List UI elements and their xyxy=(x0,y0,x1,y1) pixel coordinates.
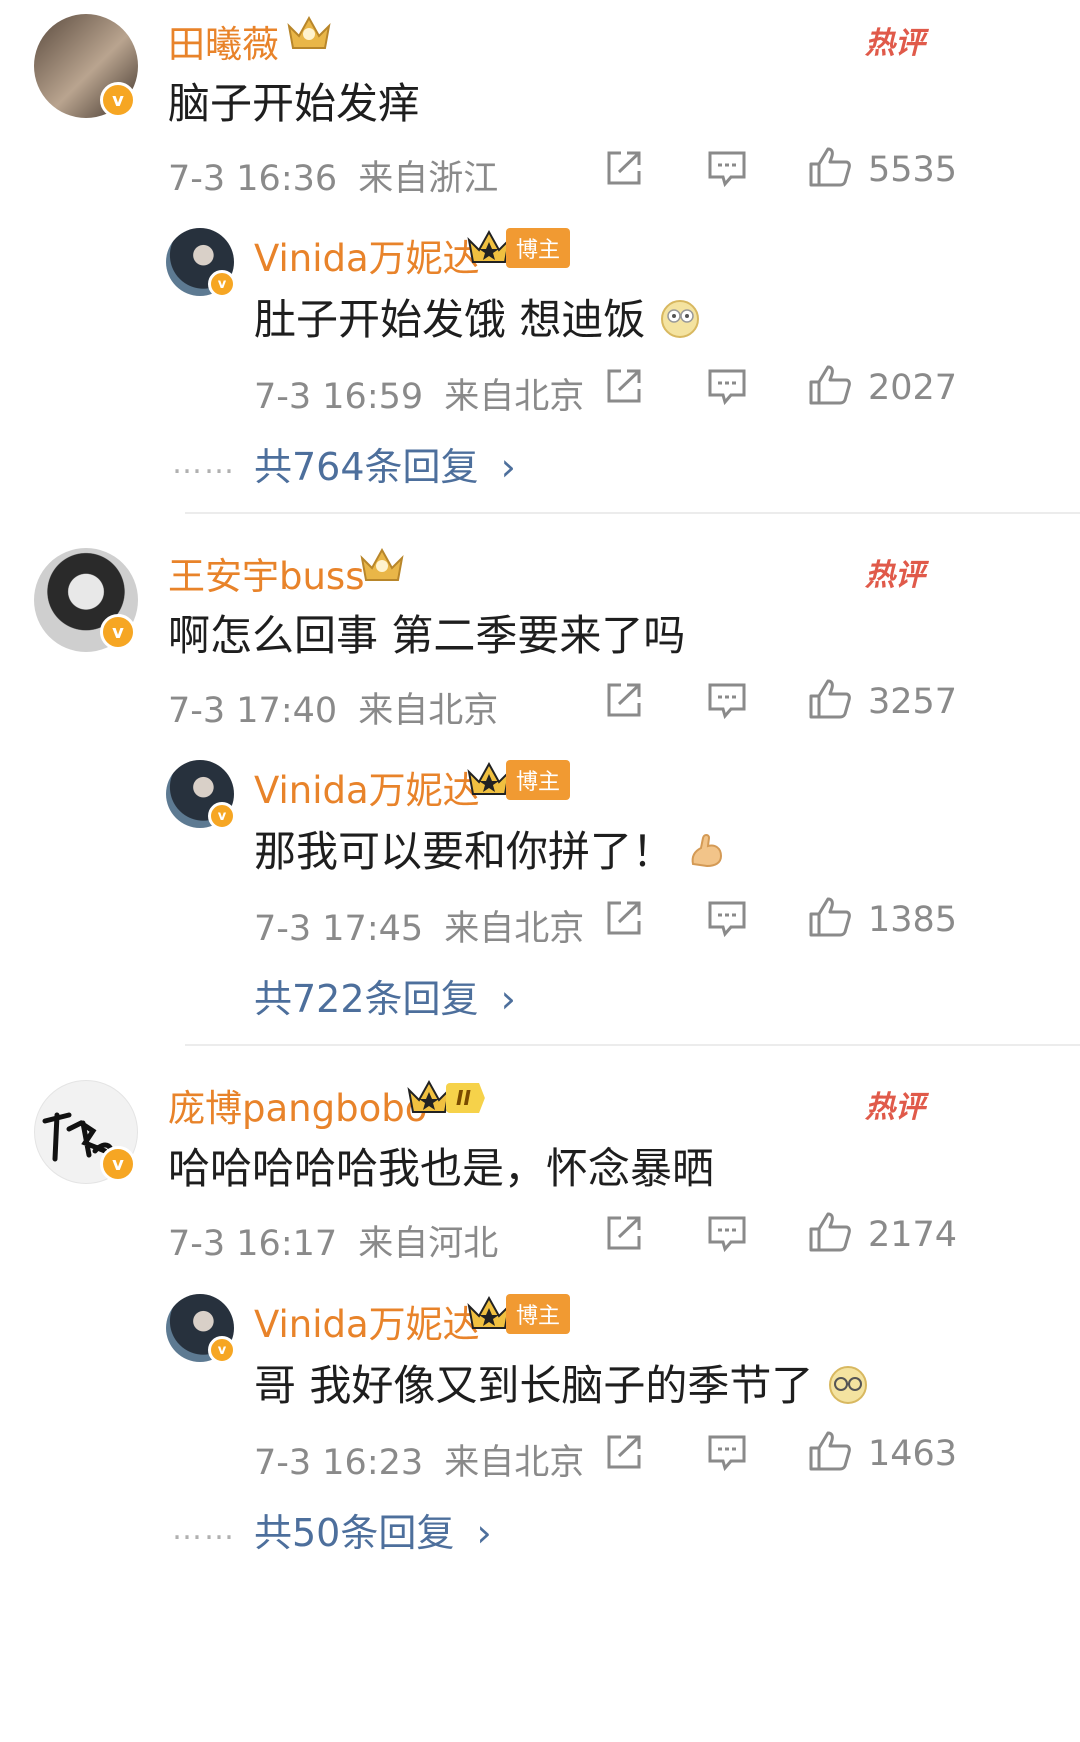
reply-location: 来自北京 xyxy=(444,377,585,417)
like-count: 1463 xyxy=(868,1434,958,1474)
like-icon[interactable] xyxy=(808,1211,852,1253)
comment-icon[interactable] xyxy=(707,1215,747,1253)
divider xyxy=(185,512,1080,514)
comment-icon[interactable] xyxy=(707,900,747,938)
reply-count-label: 共722条回复 xyxy=(254,977,479,1021)
reply-location: 来自北京 xyxy=(444,1443,585,1483)
bozhu-badge-text: 博主 xyxy=(506,1294,571,1334)
comment-text: 脑子开始发痒 xyxy=(168,79,421,128)
like-count: 2027 xyxy=(868,368,958,408)
reply-count-label: 共50条回复 xyxy=(254,1511,455,1555)
reply-meta: 7-3 16:59 来自北京 xyxy=(254,368,584,419)
blogger-badge: 博主 xyxy=(466,1294,571,1334)
comment-time: 7-3 16:17 xyxy=(168,1224,338,1264)
share-icon[interactable] xyxy=(605,368,643,404)
reply-meta: 7-3 16:23 来自北京 xyxy=(254,1434,584,1485)
emoji-icon xyxy=(691,834,723,868)
reply-location: 来自北京 xyxy=(444,909,585,949)
username[interactable]: 田曦薇 xyxy=(168,14,279,68)
username[interactable]: 庞博pangbobo xyxy=(168,1078,427,1132)
dots-separator: …… xyxy=(172,446,236,481)
like-count: 3257 xyxy=(868,682,958,722)
reply-username[interactable]: Vinida万妮达 xyxy=(254,760,480,814)
like-icon[interactable] xyxy=(808,1430,852,1472)
view-replies-link[interactable]: 共722条回复 › xyxy=(254,968,516,1023)
comment-icon[interactable] xyxy=(707,682,747,720)
divider xyxy=(185,1044,1080,1046)
hot-label: 热评 xyxy=(865,558,925,593)
like-icon[interactable] xyxy=(808,678,852,720)
comment-location: 来自河北 xyxy=(358,1224,499,1264)
chevron-right-icon: › xyxy=(476,1511,492,1555)
comment-time: 7-3 16:36 xyxy=(168,159,338,199)
hot-label: 热评 xyxy=(865,26,925,61)
like-count: 1385 xyxy=(868,900,958,940)
comment-text: 啊怎么回事 第二季要来了吗 xyxy=(168,611,686,660)
verified-badge-icon: v xyxy=(208,802,236,830)
level-badge: II xyxy=(406,1078,485,1118)
username[interactable]: 王安宇buss xyxy=(168,546,365,600)
chevron-right-icon: › xyxy=(500,977,516,1021)
blogger-badge: 博主 xyxy=(466,760,571,800)
reply-username[interactable]: Vinida万妮达 xyxy=(254,1294,480,1348)
view-replies-link[interactable]: 共50条回复 › xyxy=(254,1502,492,1557)
reply-text: 那我可以要和你拼了！ xyxy=(254,818,727,879)
comment-meta: 7-3 17:40 来自北京 xyxy=(168,682,498,733)
reply-text: 肚子开始发饿 想迪饭 xyxy=(254,286,701,347)
verified-badge-icon: v xyxy=(100,82,136,118)
reply-count-label: 共764条回复 xyxy=(254,445,479,489)
reply-time: 7-3 16:59 xyxy=(254,377,424,417)
share-icon[interactable] xyxy=(605,1215,643,1251)
comment-location: 来自浙江 xyxy=(358,159,499,199)
like-icon[interactable] xyxy=(808,364,852,406)
comment-text: 哈哈哈哈哈我也是，怀念暴晒 xyxy=(168,1144,715,1193)
share-icon[interactable] xyxy=(605,1434,643,1470)
crown-icon xyxy=(358,544,406,586)
comment-meta: 7-3 16:17 来自河北 xyxy=(168,1215,498,1266)
blogger-badge: 博主 xyxy=(466,228,571,268)
hot-label: 热评 xyxy=(865,1090,925,1125)
chevron-right-icon: › xyxy=(500,445,516,489)
like-count: 5535 xyxy=(868,150,958,190)
comment-time: 7-3 17:40 xyxy=(168,691,338,731)
emoji-icon xyxy=(660,300,699,338)
reply-text-content: 哥 我好像又到长脑子的季节了 xyxy=(254,1361,814,1410)
reply-meta: 7-3 17:45 来自北京 xyxy=(254,900,584,951)
verified-badge-icon: v xyxy=(100,1146,136,1182)
view-replies-link[interactable]: 共764条回复 › xyxy=(254,436,516,491)
like-icon[interactable] xyxy=(808,146,852,188)
crown-icon xyxy=(285,12,333,54)
reply-text-content: 肚子开始发饿 想迪饭 xyxy=(254,295,646,344)
verified-badge-icon: v xyxy=(100,614,136,650)
reply-text-content: 那我可以要和你拼了！ xyxy=(254,827,675,876)
reply-username[interactable]: Vinida万妮达 xyxy=(254,228,480,282)
reply-text: 哥 我好像又到长脑子的季节了 xyxy=(254,1352,869,1413)
share-icon[interactable] xyxy=(605,150,643,186)
verified-badge-icon: v xyxy=(208,1336,236,1364)
like-icon[interactable] xyxy=(808,896,852,938)
reply-time: 7-3 16:23 xyxy=(254,1443,424,1483)
share-icon[interactable] xyxy=(605,900,643,936)
comment-icon[interactable] xyxy=(707,1434,747,1472)
level-badge-text: II xyxy=(446,1083,485,1113)
share-icon[interactable] xyxy=(605,682,643,718)
comment-meta: 7-3 16:36 来自浙江 xyxy=(168,150,498,201)
comment-icon[interactable] xyxy=(707,368,747,406)
emoji-icon xyxy=(828,1366,867,1404)
verified-badge-icon: v xyxy=(208,270,236,298)
crown-icon xyxy=(407,1079,451,1113)
bozhu-badge-text: 博主 xyxy=(506,760,571,800)
comment-icon[interactable] xyxy=(707,150,747,188)
like-count: 2174 xyxy=(868,1215,958,1255)
bozhu-badge-text: 博主 xyxy=(506,228,571,268)
comment-location: 来自北京 xyxy=(358,691,499,731)
reply-time: 7-3 17:45 xyxy=(254,909,424,949)
dots-separator: …… xyxy=(172,1512,236,1547)
